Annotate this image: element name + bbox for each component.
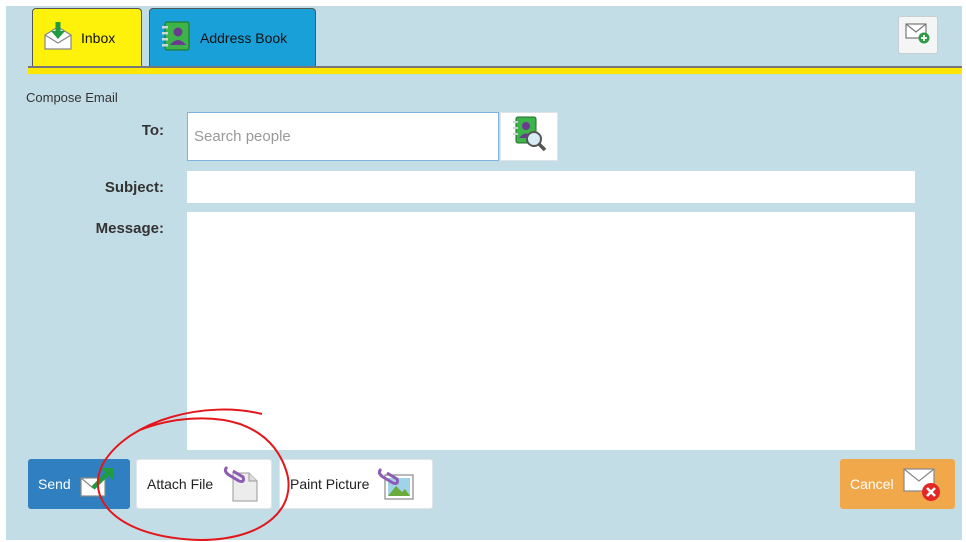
- cancel-mail-icon: [902, 463, 942, 506]
- send-mail-icon: [79, 466, 115, 503]
- page-title: Compose Email: [26, 90, 118, 105]
- email-app: Inbox Address Book Compose Email To: Sea…: [6, 6, 962, 540]
- send-button[interactable]: Send: [28, 459, 130, 509]
- send-label: Send: [38, 476, 71, 492]
- address-book-search-icon: [510, 115, 548, 158]
- tab-bar-divider: [28, 66, 962, 74]
- message-textarea[interactable]: [187, 212, 915, 450]
- cancel-label: Cancel: [850, 476, 894, 492]
- to-search-input[interactable]: [187, 112, 499, 161]
- paint-picture-label: Paint Picture: [290, 476, 370, 492]
- new-mail-button[interactable]: [898, 16, 938, 54]
- address-book-icon: [160, 20, 192, 55]
- picture-icon: [377, 465, 415, 504]
- paint-picture-button[interactable]: Paint Picture: [279, 459, 433, 509]
- attach-file-icon: [221, 463, 261, 506]
- to-label: To:: [141, 122, 164, 139]
- tab-address-book[interactable]: Address Book: [149, 8, 316, 66]
- subject-input[interactable]: [187, 171, 915, 203]
- message-label: Message:: [95, 220, 164, 237]
- new-mail-icon: [905, 22, 931, 49]
- attach-file-button[interactable]: Attach File: [136, 459, 272, 509]
- tab-inbox[interactable]: Inbox: [32, 8, 142, 66]
- attach-file-label: Attach File: [147, 476, 214, 492]
- tab-inbox-label: Inbox: [81, 29, 116, 46]
- tab-address-book-label: Address Book: [200, 29, 288, 46]
- search-people-button[interactable]: [500, 112, 558, 161]
- cancel-button[interactable]: Cancel: [840, 459, 955, 509]
- inbox-icon: [43, 21, 73, 54]
- subject-label: Subject:: [104, 179, 164, 196]
